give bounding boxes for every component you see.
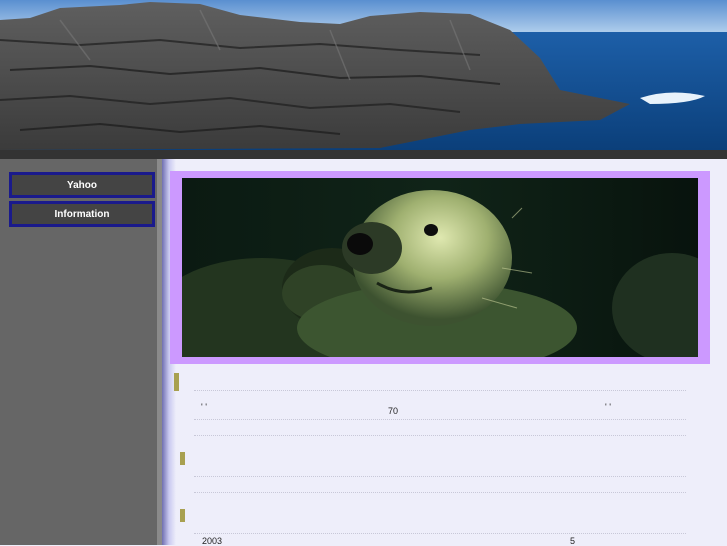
nav-button-label: Information — [54, 208, 110, 220]
row1-left-marks: ' ' — [201, 402, 207, 412]
nav-button-yahoo[interactable]: Yahoo — [9, 172, 155, 198]
nav-button-label: Yahoo — [66, 179, 97, 191]
dotted-rule — [194, 533, 686, 534]
dotted-rule — [194, 419, 686, 420]
section-marker — [174, 373, 179, 391]
nav-button-information[interactable]: Information — [9, 201, 155, 227]
dotted-rule — [194, 476, 686, 477]
row1-center-value: 70 — [388, 406, 399, 416]
header-banner-image — [0, 0, 727, 150]
dotted-rule — [194, 390, 686, 391]
dotted-rule — [194, 492, 686, 493]
section-marker — [180, 509, 185, 522]
row1-right-marks: ' ' — [605, 402, 611, 412]
otter-photo — [182, 178, 698, 357]
header-divider-bar — [0, 150, 727, 159]
section-marker — [180, 452, 185, 465]
dotted-rule — [194, 435, 686, 436]
